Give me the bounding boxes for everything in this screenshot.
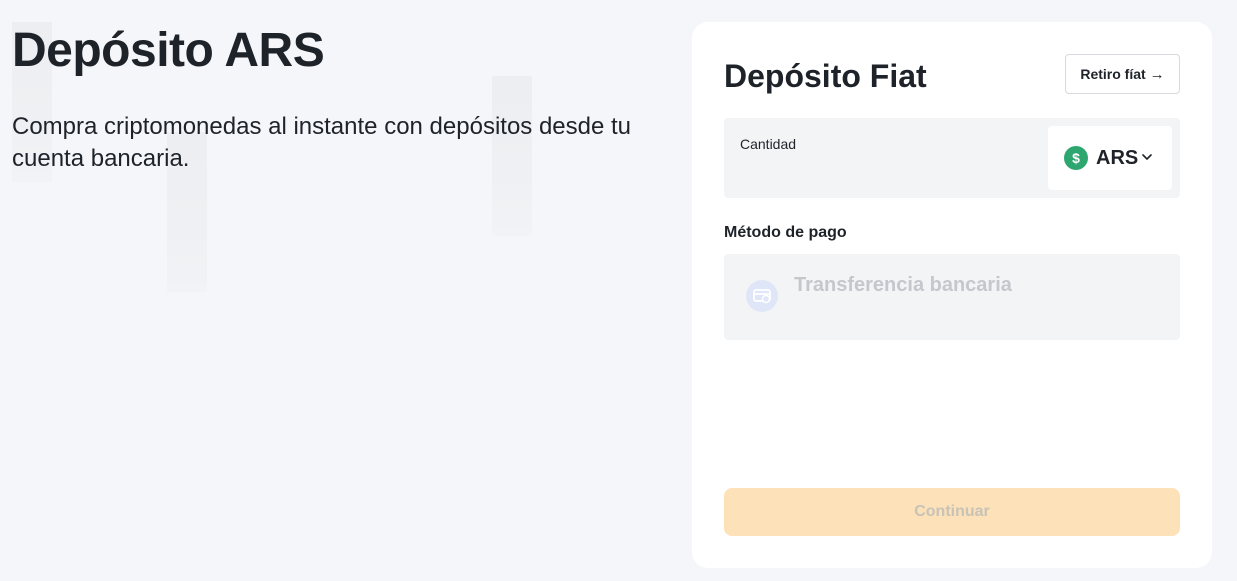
amount-field[interactable]: Cantidad $ ARS — [724, 118, 1180, 198]
arrow-right-icon: → — [1149, 65, 1165, 83]
chevron-down-icon — [1142, 154, 1152, 160]
page-title: Depósito ARS — [12, 24, 325, 77]
page-subtitle: Compra criptomonedas al instante con dep… — [12, 113, 632, 172]
payment-method-label: Método de pago — [724, 224, 847, 241]
withdraw-fiat-button[interactable]: Retiro fíat → — [1065, 54, 1180, 94]
continue-button[interactable]: Continuar — [724, 488, 1180, 536]
currency-code: ARS — [1096, 146, 1139, 169]
payment-method-value: Transferencia bancaria — [794, 274, 1012, 296]
payment-method-select[interactable]: Transferencia bancaria — [724, 254, 1180, 340]
bank-card-icon — [746, 280, 778, 312]
amount-label: Cantidad — [740, 136, 797, 152]
deposit-card: Depósito Fiat Retiro fíat → Cantidad $ A… — [692, 22, 1212, 568]
card-title: Depósito Fiat — [724, 58, 927, 94]
currency-select[interactable]: $ ARS — [1048, 126, 1172, 190]
dollar-icon: $ — [1064, 146, 1088, 170]
withdraw-fiat-label: Retiro fíat — [1080, 66, 1146, 82]
page: Depósito ARS Compra criptomonedas al ins… — [0, 0, 1237, 581]
